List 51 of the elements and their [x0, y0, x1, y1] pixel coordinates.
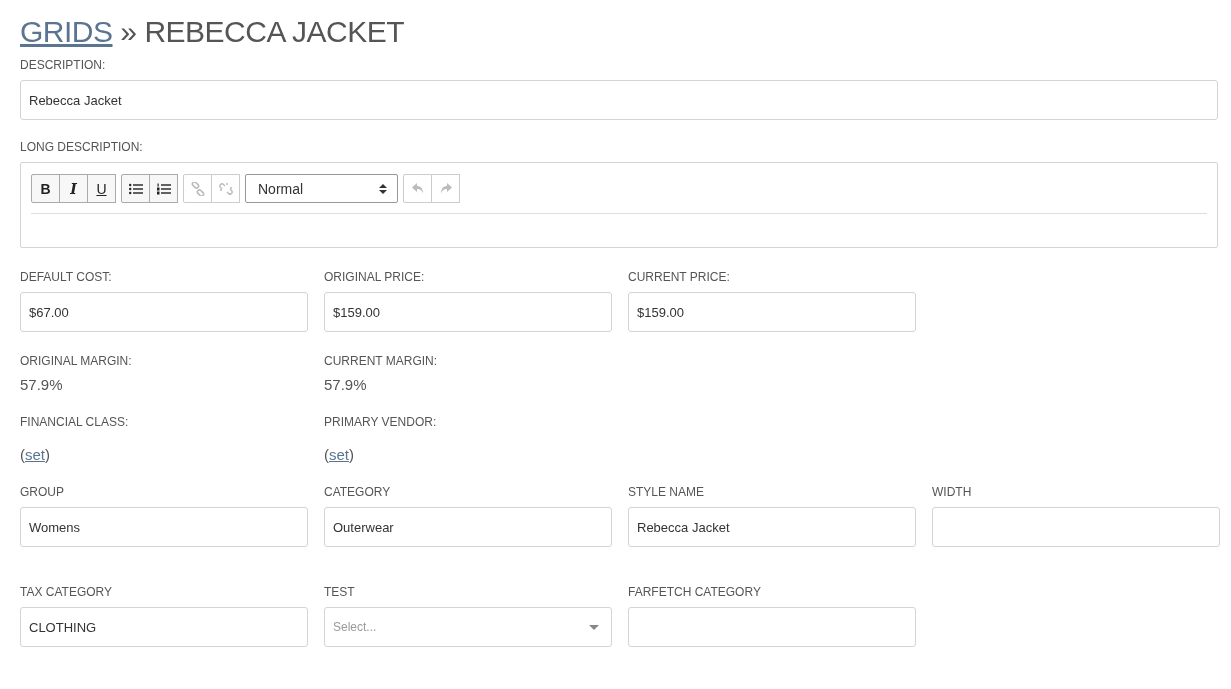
field-label: ORIGINAL PRICE: [324, 270, 426, 285]
close-paren: ) [45, 446, 50, 463]
caret-icon [589, 624, 599, 630]
text-field[interactable]: Rebecca Jacket [628, 507, 916, 547]
field-label: CATEGORY [324, 485, 392, 500]
description-field[interactable]: Rebecca Jacket [20, 80, 1218, 120]
page-title: REBECCA JACKET [144, 15, 405, 48]
field-label: GROUP [20, 485, 65, 500]
breadcrumb-separator: » [120, 15, 137, 48]
unlink-icon [218, 181, 233, 196]
bulleted-list-icon [128, 182, 143, 195]
margin-value: 57.9% [20, 376, 64, 393]
field-label: DEFAULT COST: [20, 270, 113, 285]
close-paren: ) [349, 446, 354, 463]
field-label: PRIMARY VENDOR: [324, 415, 438, 430]
set-link[interactable]: set [25, 446, 45, 463]
field-label: CURRENT MARGIN: [324, 354, 439, 369]
text-field[interactable] [932, 507, 1220, 547]
field-label: CURRENT PRICE: [628, 270, 731, 285]
field-label: LONG DESCRIPTION: [20, 140, 144, 155]
field-label: FINANCIAL CLASS: [20, 415, 130, 430]
open-paren: ( [20, 446, 25, 463]
bold-button[interactable]: B [31, 174, 60, 203]
open-paren: ( [324, 446, 329, 463]
text-field[interactable]: CLOTHING [20, 607, 308, 647]
field-label: ORIGINAL MARGIN: [20, 354, 133, 369]
set-link[interactable]: set [329, 446, 349, 463]
updown-arrows-icon [379, 182, 387, 195]
undo-icon [411, 183, 424, 194]
redo-icon [439, 183, 452, 194]
text-field[interactable]: Womens [20, 507, 308, 547]
text-field[interactable]: $159.00 [324, 292, 612, 332]
italic-button[interactable]: I [59, 174, 88, 203]
text-field[interactable]: $67.00 [20, 292, 308, 332]
field-label: DESCRIPTION: [20, 58, 107, 73]
field-label: FARFETCH CATEGORY [628, 585, 762, 600]
grids-link[interactable]: GRIDS [20, 15, 113, 48]
numbered-list-icon [156, 182, 171, 195]
text-field[interactable] [628, 607, 916, 647]
field-label: WIDTH [932, 485, 973, 500]
format-dropdown[interactable]: Normal [245, 174, 398, 203]
field-label: TEST [324, 585, 356, 600]
numbers-button[interactable] [149, 174, 178, 203]
field-label: STYLE NAME [628, 485, 706, 500]
margin-value: 57.9% [324, 376, 368, 393]
field-label: TAX CATEGORY [20, 585, 113, 600]
text-field[interactable]: $159.00 [628, 292, 916, 332]
text-field[interactable]: Outerwear [324, 507, 612, 547]
underline-button[interactable]: U [87, 174, 116, 203]
bullets-button[interactable] [121, 174, 150, 203]
link-icon [190, 181, 205, 196]
